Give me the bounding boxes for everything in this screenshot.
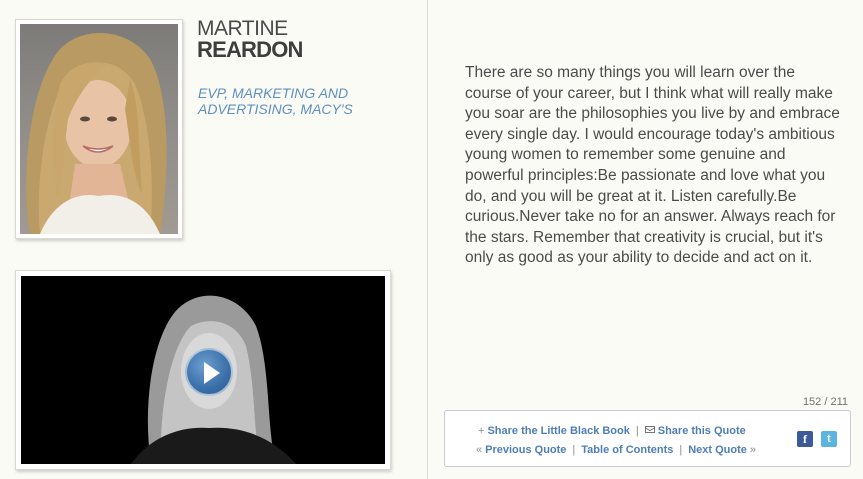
share-toolbar: + Share the Little Black Book | Share this …	[444, 410, 851, 467]
profile-photo-frame	[15, 19, 183, 239]
play-button[interactable]	[185, 348, 233, 396]
last-name: REARDON	[197, 37, 303, 62]
quote-counter: 152 / 211	[802, 396, 848, 408]
table-of-contents-link[interactable]: Table of Contents	[581, 444, 673, 456]
envelope-icon	[644, 426, 655, 433]
share-row: + Share the Little Black Book | Share this …	[478, 425, 746, 437]
separator: |	[572, 444, 576, 456]
plus-icon: +	[478, 425, 485, 437]
share-book-link[interactable]: Share the Little Black Book	[487, 425, 629, 437]
separator: |	[635, 425, 639, 437]
job-title-line-1: EVP, MARKETING AND	[198, 85, 349, 101]
job-title-line-2: ADVERTISING, MACY'S	[198, 101, 353, 117]
double-chevron-right-icon: »	[749, 444, 757, 456]
share-quote-link[interactable]: Share this Quote	[658, 425, 746, 437]
previous-quote-link[interactable]: Previous Quote	[485, 444, 566, 456]
facebook-icon[interactable]: f	[797, 431, 813, 447]
quote-text: There are so many things you will learn …	[465, 64, 840, 267]
play-icon	[204, 362, 220, 384]
double-chevron-left-icon: «	[476, 444, 483, 456]
job-title: EVP, MARKETING AND ADVERTISING, MACY'S	[198, 85, 398, 117]
video-player-frame	[15, 270, 391, 470]
separator: |	[679, 444, 683, 456]
next-quote-link[interactable]: Next Quote	[688, 444, 747, 456]
nav-row: «Previous Quote | Table of Contents | Next Q…	[476, 444, 756, 456]
video-player[interactable]	[21, 276, 385, 464]
column-divider	[427, 0, 428, 479]
profile-photo	[20, 24, 178, 234]
twitter-icon[interactable]: t	[821, 431, 837, 447]
